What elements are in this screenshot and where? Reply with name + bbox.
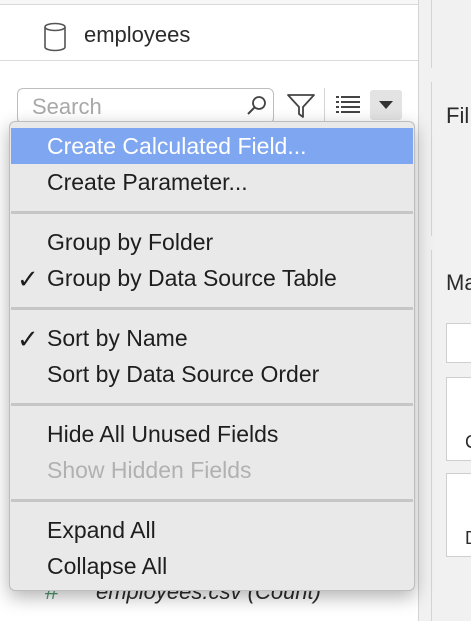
checkmark-icon: ✓	[17, 324, 39, 354]
detail-shelf[interactable]: D	[446, 473, 471, 557]
data-source-row[interactable]: employees	[0, 5, 418, 61]
database-icon	[44, 22, 66, 52]
menu-item-label: Create Parameter...	[47, 169, 248, 195]
menu-item-collapse-all[interactable]: Collapse All	[11, 548, 413, 584]
menu-item-label: Group by Folder	[47, 229, 214, 255]
menu-item-expand-all[interactable]: Expand All	[11, 512, 413, 548]
menu-item-create-parameter[interactable]: Create Parameter...	[11, 164, 413, 200]
dropdown-arrow-icon	[379, 101, 393, 109]
color-shelf-label: C	[465, 432, 471, 452]
toolbar-divider	[324, 88, 325, 122]
menu-item-hide-all-unused-fields[interactable]: Hide All Unused Fields	[11, 416, 413, 452]
menu-item-show-hidden-fields: Show Hidden Fields	[11, 452, 413, 488]
menu-item-label: Show Hidden Fields	[47, 457, 252, 483]
color-shelf[interactable]: C	[446, 377, 471, 461]
menu-item-create-calculated-field[interactable]: Create Calculated Field...	[11, 128, 413, 164]
menu-item-sort-by-data-source-order[interactable]: Sort by Data Source Order	[11, 356, 413, 392]
marks-card: Ma C D	[431, 250, 471, 621]
pane-divider[interactable]	[418, 0, 419, 621]
menu-item-label: Sort by Data Source Order	[47, 361, 320, 387]
menu-item-label: Expand All	[47, 517, 156, 543]
data-pane-menu-button[interactable]	[370, 90, 402, 120]
pages-card	[431, 0, 432, 68]
search-input[interactable]	[32, 93, 232, 121]
filters-card-label: Fil	[446, 103, 470, 128]
right-pane: Fil Ma C D	[431, 0, 471, 621]
menu-separator	[11, 211, 413, 214]
menu-item-label: Group by Data Source Table	[47, 265, 337, 291]
data-pane-context-menu: Create Calculated Field... Create Parame…	[9, 121, 415, 591]
menu-item-label: Hide All Unused Fields	[47, 421, 279, 447]
checkmark-icon: ✓	[17, 264, 39, 294]
menu-item-sort-by-name[interactable]: ✓ Sort by Name	[11, 320, 413, 356]
menu-item-group-by-folder[interactable]: Group by Folder	[11, 224, 413, 260]
filter-icon[interactable]	[286, 92, 316, 120]
data-source-name: employees	[84, 22, 191, 47]
menu-item-group-by-data-source-table[interactable]: ✓ Group by Data Source Table	[11, 260, 413, 296]
menu-item-label: Sort by Name	[47, 325, 188, 351]
list-view-icon[interactable]	[334, 94, 362, 116]
menu-separator	[11, 499, 413, 502]
detail-shelf-label: D	[465, 528, 471, 548]
menu-item-label: Create Calculated Field...	[47, 133, 307, 159]
menu-separator	[11, 307, 413, 310]
filters-card: Fil	[431, 82, 469, 236]
mark-type-select[interactable]	[446, 323, 471, 363]
menu-item-label: Collapse All	[47, 553, 168, 579]
marks-card-label: Ma	[446, 270, 471, 295]
menu-separator	[11, 403, 413, 406]
search-icon[interactable]	[246, 95, 268, 117]
search-box[interactable]	[17, 88, 274, 124]
